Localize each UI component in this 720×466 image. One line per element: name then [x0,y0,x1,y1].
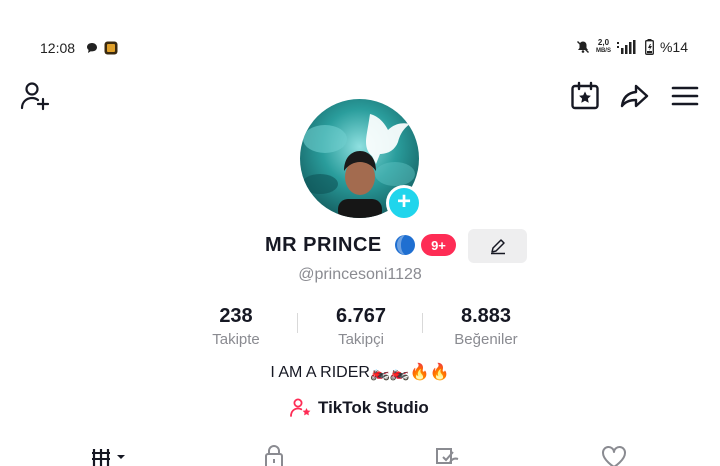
creator-star-icon [290,398,311,417]
tab-liked[interactable] [594,443,634,466]
profile-tabs [0,440,720,466]
followers-label: Takipçi [338,331,384,348]
notification-badge[interactable]: 9+ [421,234,456,256]
stats-divider [422,313,423,333]
plus-icon: + [396,188,411,215]
tiktok-studio-label: TikTok Studio [318,398,429,417]
status-notification-icons [86,41,118,55]
share-arrow-icon [620,84,649,108]
videos-grid-icon [92,449,125,466]
profile-bio: I AM A RIDER🏍️🏍️🔥🔥 [270,364,450,381]
tiktok-studio-link[interactable]: TikTok Studio [290,398,429,418]
lock-icon [265,445,283,466]
likes-label: Beğeniler [454,331,518,348]
chat-bubble-icon [87,43,97,53]
followers-count: 6.767 [335,305,387,327]
battery-percent: %14 [659,39,688,55]
likes-stat[interactable]: 8.883 Beğeniler [431,305,541,348]
tab-private[interactable] [254,443,294,466]
share-profile-button[interactable] [618,80,650,112]
blue-circle-emoji-icon [395,235,415,255]
stats-divider [297,313,298,333]
heart-icon [602,446,626,466]
tab-videos[interactable] [88,443,128,466]
followers-stat[interactable]: 6.767 Takipçi [306,305,416,348]
profile-stats: 238 Takipte 6.767 Takipçi 8.883 Beğenile… [0,305,720,351]
network-speed: 2,0 MB/S [596,39,611,55]
following-count: 238 [219,305,253,327]
menu-button[interactable] [669,80,701,112]
network-speed-unit: MB/S [595,48,611,54]
mute-icon [576,41,589,53]
signal-icon [616,40,636,54]
username: @princesoni1128 [298,266,422,283]
name-row: MR PRINCE 9+ [0,229,720,263]
add-friend-button[interactable] [19,80,51,112]
hamburger-menu-icon [671,86,699,106]
creator-calendar-button[interactable] [569,80,601,112]
calendar-star-icon [571,81,599,110]
battery-icon [645,39,654,55]
tab-reposts[interactable] [427,443,467,466]
likes-count: 8.883 [460,305,512,327]
network-speed-value: 2,0 [597,38,610,47]
status-time: 12:08 [40,40,76,56]
app-notification-icon [104,41,118,55]
following-stat[interactable]: 238 Takipte [181,305,291,348]
display-name: MR PRINCE [265,234,382,256]
following-label: Takipte [212,331,260,348]
add-user-icon [20,82,50,111]
add-story-button[interactable]: + [386,185,422,221]
reposts-icon [436,448,459,464]
pencil-icon [490,239,505,255]
status-right-icons: 2,0 MB/S %14 [576,39,688,55]
status-bar: 12:08 2,0 MB/S %14 [0,36,720,60]
edit-profile-button[interactable] [468,229,527,263]
